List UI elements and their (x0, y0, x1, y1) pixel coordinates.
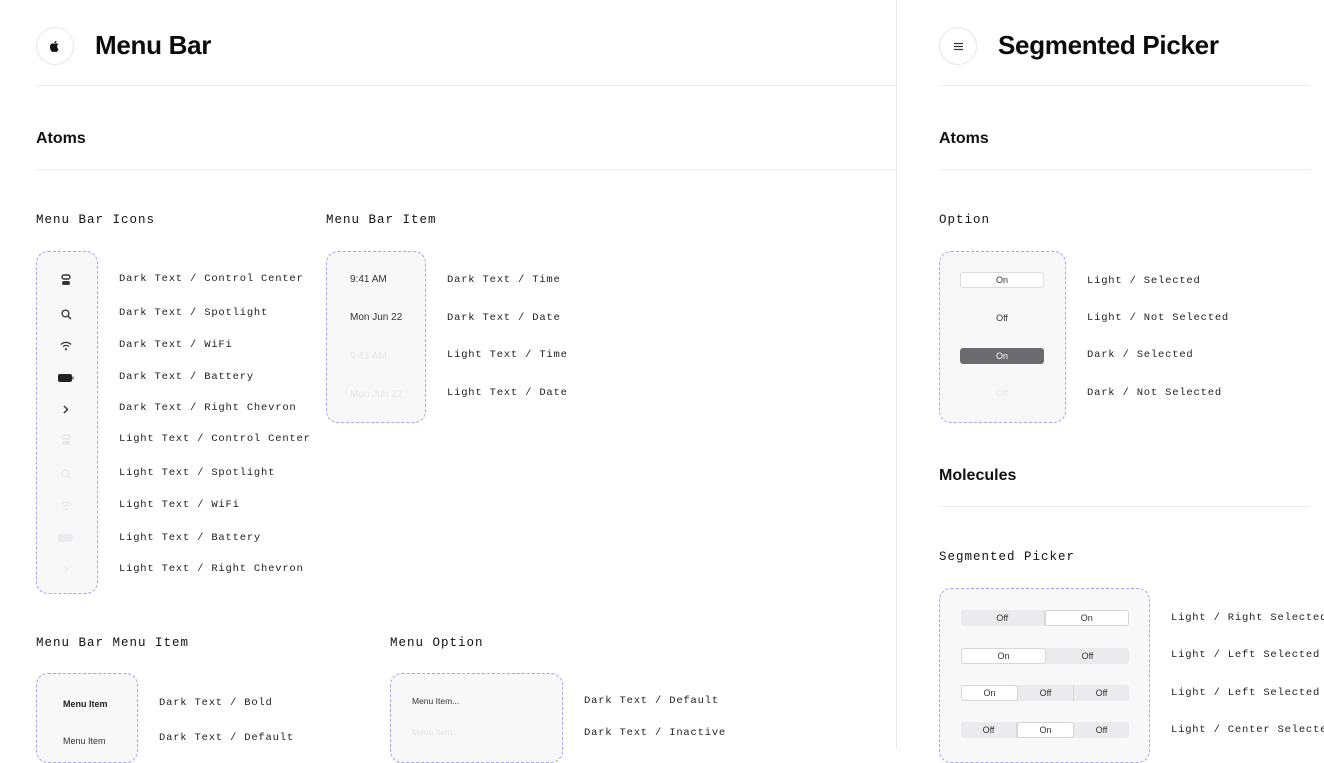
menu-item-label: Dark Text / Bold (159, 697, 273, 709)
control-center-icon (56, 272, 76, 288)
group-title-segmented-picker: Segmented Picker (939, 550, 1076, 564)
section-title-molecules: Molecules (939, 467, 1017, 484)
page-title: Segmented Picker (998, 30, 1219, 60)
apple-logo-icon (36, 27, 74, 65)
picker-segment-selected[interactable]: On (1017, 722, 1074, 738)
picker-segment[interactable]: Off (1018, 685, 1074, 701)
picker-segment-selected[interactable]: On (961, 685, 1018, 701)
icon-label: Light Text / Control Center (119, 433, 311, 445)
item-label: Light Text / Time (447, 349, 568, 361)
section-title-atoms: Atoms (939, 130, 989, 147)
battery-icon (56, 370, 76, 386)
option-light-selected: On (960, 272, 1044, 288)
menu-option-frame: Menu Item... Menu Item... (390, 673, 563, 763)
menu-bar-time: 9:41 AM (350, 351, 387, 362)
menu-item-bold: Menu Item (63, 699, 108, 709)
option-dark-selected: On (960, 348, 1044, 364)
picker-segment-selected[interactable]: On (1044, 610, 1129, 626)
wifi-icon (56, 338, 76, 354)
picker-segment[interactable]: Off (961, 722, 1017, 738)
picker-label: Light / Right Selected (1171, 612, 1324, 624)
menu-bar-time: 9:41 AM (350, 274, 387, 285)
picker-label: Light / Left Selected (1171, 687, 1321, 699)
option-label: Light / Not Selected (1087, 312, 1230, 324)
segmented-picker[interactable]: On Off Off (961, 685, 1129, 701)
icon-label: Dark Text / Control Center (119, 273, 304, 285)
picker-label: Light / Left Selected (1171, 649, 1321, 661)
spotlight-icon (56, 466, 76, 482)
group-title-menu-bar-menu-item: Menu Bar Menu Item (36, 636, 190, 650)
icon-label: Dark Text / Battery (119, 371, 254, 383)
icon-label: Light Text / Right Chevron (119, 563, 304, 575)
picker-segment-selected[interactable]: On (961, 648, 1046, 664)
menu-bar-date: Mon Jun 22 (350, 389, 403, 400)
battery-icon (56, 530, 76, 546)
item-label: Light Text / Date (447, 387, 568, 399)
icon-label: Light Text / WiFi (119, 499, 240, 511)
picker-segment[interactable]: Off (1046, 648, 1129, 664)
icon-label: Light Text / Battery (119, 532, 262, 544)
menu-option-default: Menu Item... (412, 696, 460, 706)
chevron-right-icon (56, 561, 76, 577)
icon-label: Dark Text / Spotlight (119, 307, 269, 319)
group-title-menu-option: Menu Option (390, 636, 484, 650)
menu-option-inactive: Menu Item... (412, 727, 460, 737)
option-light-not-selected: Off (996, 313, 1008, 323)
segmented-picker-panel: Segmented Picker Atoms Option On Off On … (897, 0, 1324, 763)
option-frame: On Off On Off (939, 251, 1066, 423)
menu-item-default: Menu Item (63, 736, 106, 746)
section-divider (939, 506, 1310, 507)
chevron-right-icon (56, 401, 76, 417)
menu-bar-item-frame: 9:41 AM Mon Jun 22 9:41 AM Mon Jun 22 (326, 251, 426, 423)
header-divider (939, 85, 1310, 86)
item-label: Dark Text / Time (447, 274, 561, 286)
picker-segment[interactable]: Off (961, 610, 1045, 626)
menu-option-label: Dark Text / Inactive (584, 727, 727, 739)
icons-frame (36, 251, 98, 594)
segmented-picker[interactable]: Off On Off (961, 722, 1129, 738)
group-title-menu-bar-item: Menu Bar Item (326, 213, 437, 227)
menu-item-label: Dark Text / Default (159, 732, 294, 744)
header-divider (36, 85, 896, 86)
menu-bar-menu-item-frame: Menu Item Menu Item (36, 673, 138, 763)
icon-label: Dark Text / WiFi (119, 339, 233, 351)
group-title-option: Option (939, 213, 991, 227)
option-label: Light / Selected (1087, 275, 1201, 287)
list-icon (939, 27, 977, 65)
icon-label: Dark Text / Right Chevron (119, 402, 297, 414)
icon-label: Light Text / Spotlight (119, 467, 276, 479)
picker-label: Light / Center Selected (1171, 724, 1324, 736)
section-divider (36, 169, 896, 170)
option-dark-not-selected: Off (996, 388, 1008, 398)
menu-bar-date: Mon Jun 22 (350, 312, 403, 323)
picker-segment[interactable]: Off (1074, 722, 1129, 738)
segmented-picker[interactable]: Off On (961, 610, 1129, 626)
section-divider (939, 169, 1310, 170)
group-title-menu-bar-icons: Menu Bar Icons (36, 213, 156, 227)
wifi-icon (56, 498, 76, 514)
option-label: Dark / Not Selected (1087, 387, 1222, 399)
picker-segment[interactable]: Off (1074, 685, 1129, 701)
control-center-icon (56, 432, 76, 448)
page-title: Menu Bar (95, 30, 212, 60)
section-title-atoms: Atoms (36, 130, 86, 147)
item-label: Dark Text / Date (447, 312, 561, 324)
segmented-picker-frame: Off On On Off On Off Off Off On Off (939, 588, 1150, 763)
menu-option-label: Dark Text / Default (584, 695, 719, 707)
option-label: Dark / Selected (1087, 349, 1194, 361)
menu-bar-panel: Menu Bar Atoms Menu Bar Icons Dark Text … (0, 0, 896, 763)
spotlight-icon (56, 306, 76, 322)
segmented-picker[interactable]: On Off (961, 648, 1129, 664)
